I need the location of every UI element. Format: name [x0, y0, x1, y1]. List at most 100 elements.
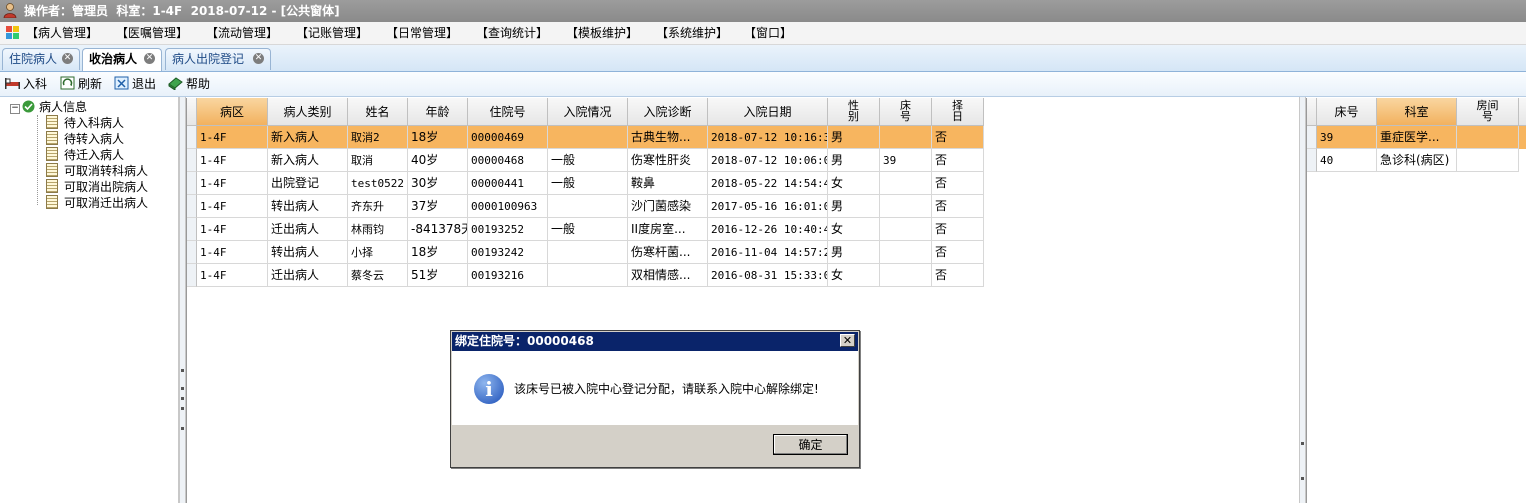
admit-button[interactable]: 入科 — [5, 75, 47, 93]
menu-system-maintenance[interactable]: 【系统维护】 — [656, 25, 728, 41]
column-header-department[interactable]: 科室 — [1377, 98, 1457, 126]
column-header-ward[interactable]: 病区 — [197, 98, 268, 126]
cell-ward: 1-4F — [197, 264, 268, 287]
splitter-grip — [181, 369, 184, 372]
table-row[interactable]: 39 重症医学... — [1307, 126, 1526, 149]
cell-select-date: 否 — [932, 264, 984, 287]
table-row[interactable]: 1-4F 新入病人 取消 40岁 00000468 一般 伤寒性肝炎 2018-07-12 1… — [187, 149, 984, 172]
document-icon — [46, 147, 58, 161]
menu-flow-management[interactable]: 【流动管理】 — [206, 25, 278, 41]
tree-item-pending-admission[interactable]: 待入科病人 — [46, 115, 124, 131]
help-button[interactable]: 帮助 — [168, 75, 210, 93]
header-label: 床号 — [900, 99, 911, 123]
table-row[interactable]: 1-4F 迁出病人 林雨钧 -841378天 00193252 一般 II度房室... 201… — [187, 218, 984, 241]
column-header-sex[interactable]: 性别 — [828, 98, 880, 126]
cell-ward: 1-4F — [197, 195, 268, 218]
column-header-room-no[interactable]: 房间号 — [1457, 98, 1519, 126]
refresh-button[interactable]: 刷新 — [60, 75, 102, 93]
tree-item-pending-move-in[interactable]: 待迁入病人 — [46, 147, 124, 163]
tab-label: 病人出院登记 — [172, 52, 245, 66]
cell-ward: 1-4F — [197, 149, 268, 172]
menu-window[interactable]: 【窗口】 — [744, 25, 792, 41]
cell-name: 取消2 — [348, 126, 408, 149]
bed-icon — [5, 78, 20, 89]
check-circle-icon — [22, 100, 35, 113]
menu-order-management[interactable]: 【医嘱管理】 — [116, 25, 188, 41]
row-header[interactable] — [187, 218, 197, 241]
table-row[interactable]: 1-4F 转出病人 小择 18岁 00193242 伤寒杆菌... 2016-11-04 1… — [187, 241, 984, 264]
document-icon — [46, 131, 58, 145]
cell-age: -841378天 — [408, 218, 468, 241]
app-menu-icon[interactable] — [6, 26, 20, 39]
cell-ward: 1-4F — [197, 218, 268, 241]
tree-item-cancel-discharge[interactable]: 可取消出院病人 — [46, 179, 148, 195]
row-header[interactable] — [187, 126, 197, 149]
cell-name: 蔡冬云 — [348, 264, 408, 287]
cell-name: 林雨钧 — [348, 218, 408, 241]
column-header-admission-status[interactable]: 入院情况 — [548, 98, 628, 126]
tree-root[interactable]: − 病人信息 — [10, 99, 87, 115]
menu-patient-management[interactable]: 【病人管理】 — [26, 25, 98, 41]
right-splitter[interactable] — [1299, 97, 1306, 503]
column-header-bed-no[interactable]: 床号 — [1317, 98, 1377, 126]
close-icon[interactable]: ✕ — [253, 53, 264, 64]
info-icon: i — [474, 374, 504, 404]
close-icon[interactable]: ✕ — [840, 334, 855, 347]
collapse-icon[interactable]: − — [10, 104, 20, 114]
column-header-patient-type[interactable]: 病人类别 — [268, 98, 348, 126]
tree-item-label: 可取消迁出病人 — [64, 196, 149, 210]
close-icon[interactable]: ✕ — [144, 53, 155, 64]
cell-age: 51岁 — [408, 264, 468, 287]
table-row[interactable]: 1-4F 迁出病人 蔡冬云 51岁 00193216 双相情感... 2016-08-31 … — [187, 264, 984, 287]
tree-root-label: 病人信息 — [39, 100, 88, 114]
document-icon — [46, 163, 58, 177]
cell-sex: 男 — [828, 241, 880, 264]
menu-billing-management[interactable]: 【记账管理】 — [296, 25, 368, 41]
row-header[interactable] — [1307, 149, 1317, 172]
row-header[interactable] — [1307, 126, 1317, 149]
column-header-select-date[interactable]: 择日 — [932, 98, 984, 126]
splitter-grip — [181, 407, 184, 410]
cell-sex: 男 — [828, 149, 880, 172]
cell-bed-no — [880, 241, 932, 264]
row-header[interactable] — [187, 195, 197, 218]
cell-admission-no: 00193242 — [468, 241, 548, 264]
tab-bar: 住院病人 ✕ 收治病人 ✕ 病人出院登记 ✕ — [0, 45, 1526, 72]
cell-admission-status — [548, 264, 628, 287]
tab-admitted-patients[interactable]: 收治病人 ✕ — [82, 48, 162, 71]
cell-bed-no: 40 — [1317, 149, 1377, 172]
column-header-name[interactable]: 姓名 — [348, 98, 408, 126]
bed-grid: 床号 科室 房间号 39 重症医学... 40 急诊科(病区) — [1306, 98, 1526, 503]
ok-button[interactable]: 确定 — [773, 434, 848, 455]
tree-item-pending-transfer-in[interactable]: 待转入病人 — [46, 131, 124, 147]
cell-name: 小择 — [348, 241, 408, 264]
document-icon — [46, 115, 58, 129]
row-header[interactable] — [187, 172, 197, 195]
column-header-bed-no[interactable]: 床号 — [880, 98, 932, 126]
tree-item-cancel-transfer[interactable]: 可取消转科病人 — [46, 163, 148, 179]
close-icon[interactable]: ✕ — [62, 53, 73, 64]
header-label: 择日 — [952, 99, 963, 123]
tree-item-label: 可取消转科病人 — [64, 164, 149, 178]
table-row[interactable]: 1-4F 出院登记 test0522 30岁 00000441 一般 鞍鼻 2018-05-2… — [187, 172, 984, 195]
column-header-age[interactable]: 年龄 — [408, 98, 468, 126]
menu-daily-management[interactable]: 【日常管理】 — [386, 25, 458, 41]
column-header-diagnosis[interactable]: 入院诊断 — [628, 98, 708, 126]
column-header-admission-date[interactable]: 入院日期 — [708, 98, 828, 126]
menu-template-maintenance[interactable]: 【模板维护】 — [566, 25, 638, 41]
left-splitter[interactable] — [179, 97, 186, 503]
menu-query-statistics[interactable]: 【查询统计】 — [476, 25, 548, 41]
tree-item-cancel-move-out[interactable]: 可取消迁出病人 — [46, 195, 148, 211]
tab-discharge-registration[interactable]: 病人出院登记 ✕ — [165, 48, 271, 70]
row-header[interactable] — [187, 264, 197, 287]
row-header[interactable] — [187, 241, 197, 264]
table-row[interactable]: 1-4F 新入病人 取消2 18岁 00000469 古典生物... 2018-07-12 … — [187, 126, 984, 149]
cell-diagnosis: 伤寒杆菌... — [628, 241, 708, 264]
row-header[interactable] — [187, 149, 197, 172]
tab-inpatients[interactable]: 住院病人 ✕ — [2, 48, 80, 70]
table-row[interactable]: 1-4F 转出病人 齐东升 37岁 0000100963 沙门菌感染 2017-05-16 … — [187, 195, 984, 218]
exit-button[interactable]: 退出 — [114, 75, 156, 93]
bind-admission-dialog: 绑定住院号：00000468 ✕ i 该床号已被入院中心登记分配，请联系入院中心… — [450, 330, 860, 468]
column-header-admission-no[interactable]: 住院号 — [468, 98, 548, 126]
table-row[interactable]: 40 急诊科(病区) — [1307, 149, 1526, 172]
